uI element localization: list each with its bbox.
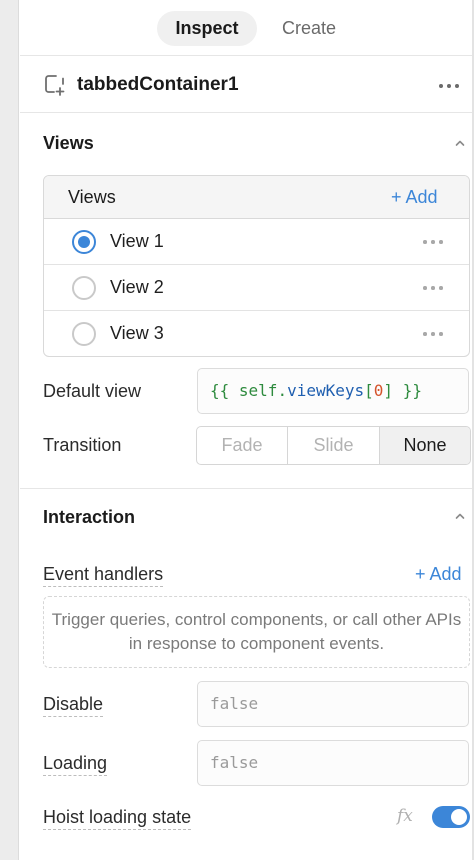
left-rail xyxy=(0,0,19,860)
component-name[interactable]: tabbedContainer1 xyxy=(77,74,239,96)
code-token-lbracket: [ xyxy=(364,381,374,400)
loading-placeholder: false xyxy=(210,753,259,772)
code-token-key: viewKeys xyxy=(287,381,365,400)
disable-input[interactable]: false xyxy=(197,681,469,727)
views-list-header: Views + Add xyxy=(44,176,469,219)
view-label: View 3 xyxy=(110,323,164,343)
default-view-label: Default view xyxy=(43,381,142,401)
view-radio[interactable] xyxy=(72,276,96,300)
view-row[interactable]: View 3 xyxy=(44,311,469,356)
code-token-rbracket: ] xyxy=(383,381,394,400)
component-header: tabbedContainer1 xyxy=(20,57,472,113)
code-token-dot: . xyxy=(277,381,288,400)
view-radio[interactable] xyxy=(72,230,96,254)
transition-option-none[interactable]: None xyxy=(380,427,470,464)
hoist-loading-state-label: Hoist loading state xyxy=(43,807,192,830)
collapse-views-icon[interactable] xyxy=(454,136,466,148)
add-event-handler-button[interactable]: + Add xyxy=(415,564,462,585)
collapse-interaction-icon[interactable] xyxy=(454,509,466,521)
default-view-input[interactable]: {{ self.viewKeys[0] }} xyxy=(197,368,469,414)
code-token-close: }} xyxy=(393,381,422,400)
view-more-icon[interactable] xyxy=(422,284,446,292)
tab-create[interactable]: Create xyxy=(266,11,352,46)
event-handlers-empty-state: Trigger queries, control components, or … xyxy=(43,596,470,668)
loading-input[interactable]: false xyxy=(197,740,469,786)
view-row[interactable]: View 1 xyxy=(44,219,469,265)
fx-icon[interactable]: fx xyxy=(397,806,413,826)
disable-placeholder: false xyxy=(210,694,259,713)
transition-segmented-control: Fade Slide None xyxy=(196,426,471,465)
code-token-self: self xyxy=(238,381,278,400)
transition-option-fade[interactable]: Fade xyxy=(197,427,288,464)
view-label: View 2 xyxy=(110,277,164,297)
event-handlers-label: Event handlers xyxy=(43,564,164,587)
views-list: Views + Add View 1 View 2 View 3 xyxy=(43,175,470,357)
code-token-index: 0 xyxy=(373,381,384,400)
more-options-icon[interactable] xyxy=(438,82,462,90)
code-token-open: {{ xyxy=(210,381,239,400)
interaction-section-title[interactable]: Interaction xyxy=(43,507,135,528)
view-more-icon[interactable] xyxy=(422,238,446,246)
hoist-loading-state-toggle[interactable] xyxy=(432,806,470,828)
view-label: View 1 xyxy=(110,231,164,251)
transition-label: Transition xyxy=(43,435,122,455)
inspector-tabbar: Inspect Create xyxy=(20,0,472,56)
view-row[interactable]: View 2 xyxy=(44,265,469,311)
tab-inspect[interactable]: Inspect xyxy=(157,11,257,46)
views-section-title[interactable]: Views xyxy=(43,133,94,154)
loading-label: Loading xyxy=(43,753,108,776)
disable-label: Disable xyxy=(43,694,104,717)
inspector-panel: Inspect Create tabbedContainer1 Views Vi… xyxy=(20,0,472,860)
transition-option-slide[interactable]: Slide xyxy=(288,427,380,464)
section-divider xyxy=(20,488,472,489)
add-view-button[interactable]: + Add xyxy=(391,187,438,208)
view-radio[interactable] xyxy=(72,322,96,346)
views-list-title: Views xyxy=(68,187,116,207)
container-plus-icon xyxy=(43,73,67,97)
view-more-icon[interactable] xyxy=(422,330,446,338)
